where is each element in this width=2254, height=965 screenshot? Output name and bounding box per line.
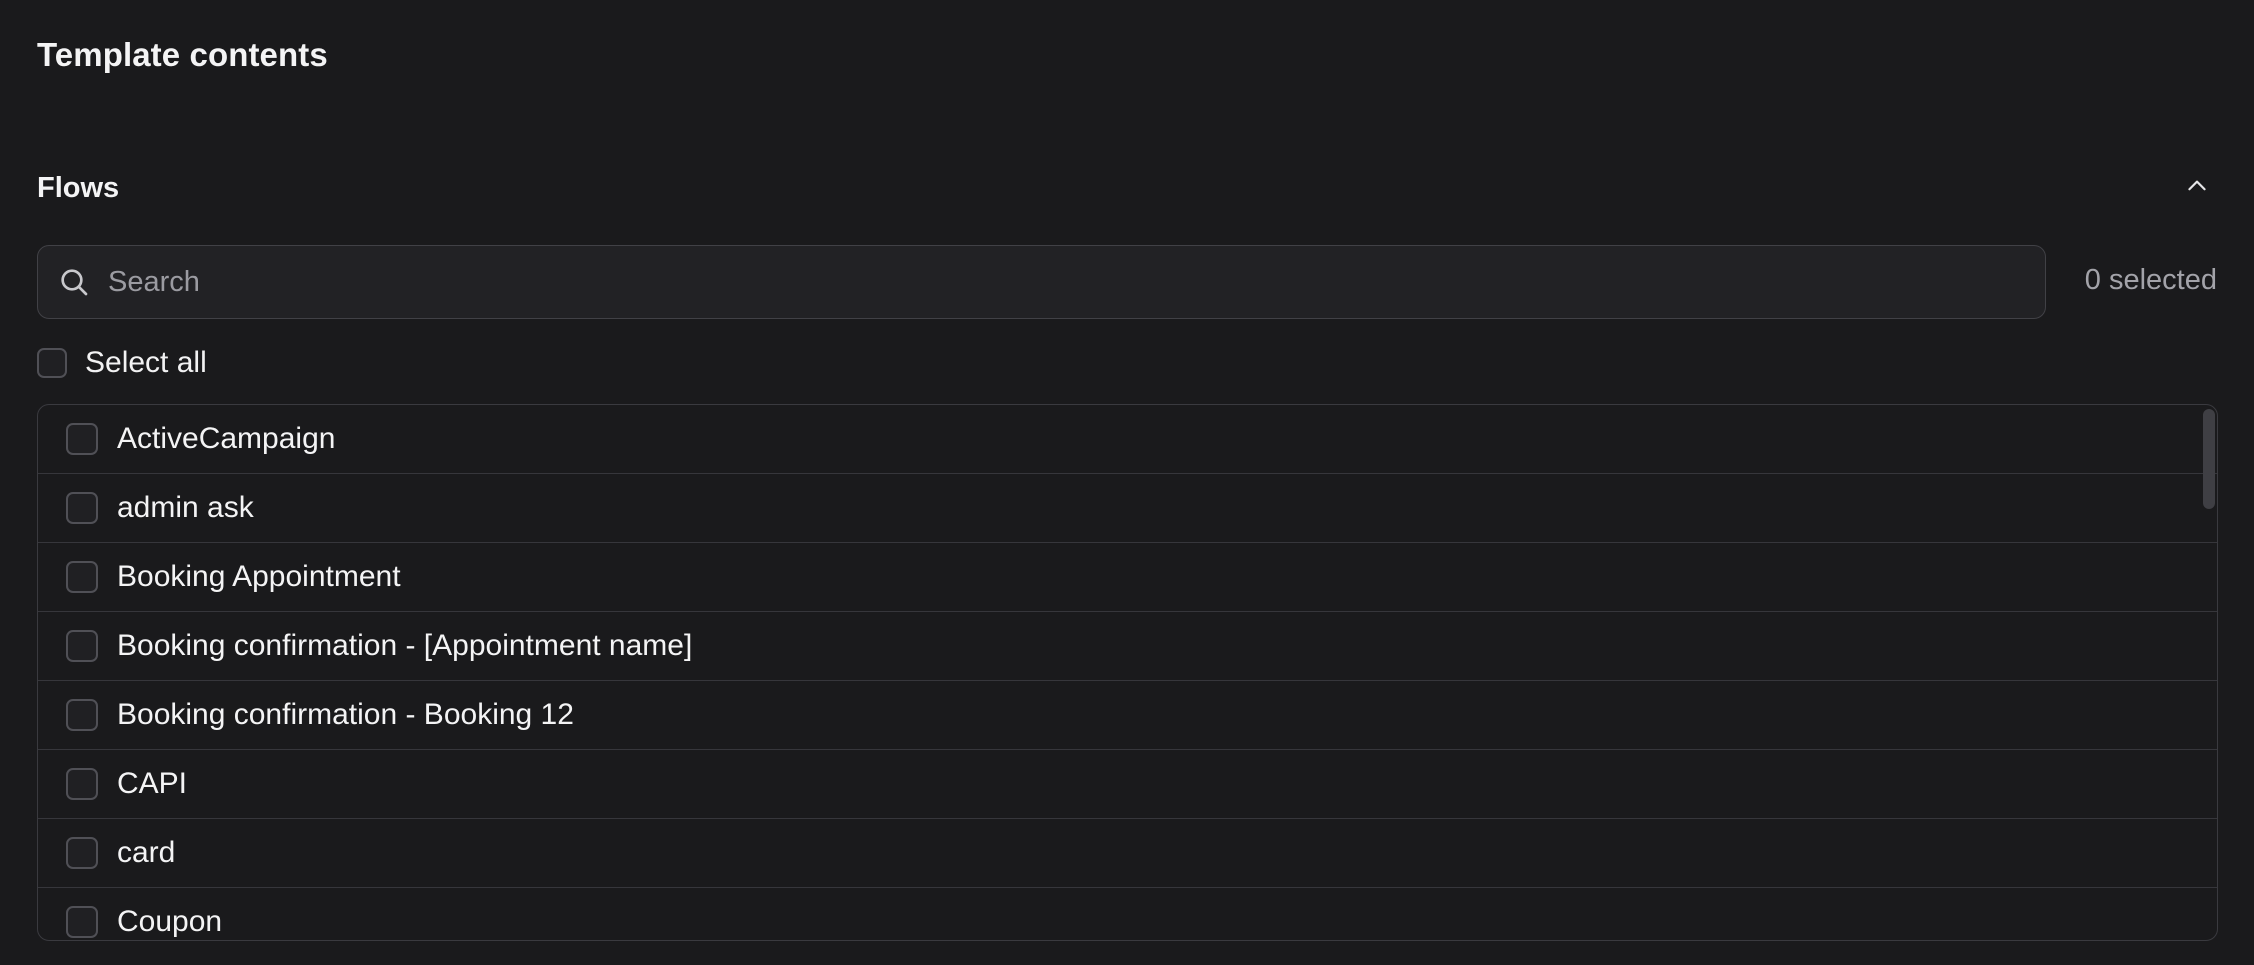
list-item[interactable]: Booking Appointment bbox=[38, 543, 2217, 612]
list-item-label: ActiveCampaign bbox=[117, 422, 336, 455]
list-item-checkbox[interactable] bbox=[66, 906, 98, 938]
list-item-label: CAPI bbox=[117, 767, 188, 800]
flows-section-header[interactable]: Flows bbox=[37, 168, 2217, 212]
selected-count: 0 selected bbox=[2084, 264, 2217, 296]
collapse-section-button[interactable] bbox=[2177, 168, 2217, 208]
list-item-checkbox[interactable] bbox=[66, 837, 98, 869]
select-all-label: Select all bbox=[85, 346, 207, 379]
select-all-option[interactable]: Select all bbox=[37, 345, 207, 381]
list-scrollbar[interactable] bbox=[2203, 409, 2215, 509]
flows-list[interactable]: ActiveCampaign admin ask Booking Appoint… bbox=[37, 404, 2218, 941]
list-item-checkbox[interactable] bbox=[66, 423, 98, 455]
list-item-checkbox[interactable] bbox=[66, 561, 98, 593]
list-item[interactable]: Coupon bbox=[38, 888, 2217, 940]
list-item[interactable]: Booking confirmation - [Appointment name… bbox=[38, 612, 2217, 681]
list-item-checkbox[interactable] bbox=[66, 630, 98, 662]
list-item[interactable]: CAPI bbox=[38, 750, 2217, 819]
search-field[interactable] bbox=[37, 245, 2046, 319]
list-item-checkbox[interactable] bbox=[66, 768, 98, 800]
list-item-label: Booking confirmation - Booking 12 bbox=[117, 698, 574, 731]
template-contents-page: Template contents Flows 0 selected Selec… bbox=[0, 0, 2254, 965]
list-item[interactable]: admin ask bbox=[38, 474, 2217, 543]
list-item-label: card bbox=[117, 836, 176, 869]
list-item[interactable]: card bbox=[38, 819, 2217, 888]
list-item-label: Booking Appointment bbox=[117, 560, 401, 593]
list-item-label: Coupon bbox=[117, 905, 223, 938]
search-input[interactable] bbox=[106, 251, 2045, 313]
chevron-up-icon bbox=[2184, 173, 2210, 204]
list-item[interactable]: Booking confirmation - Booking 12 bbox=[38, 681, 2217, 750]
page-title: Template contents bbox=[37, 36, 328, 73]
list-item-label: Booking confirmation - [Appointment name… bbox=[117, 629, 693, 662]
list-item-label: admin ask bbox=[117, 491, 254, 524]
list-item-checkbox[interactable] bbox=[66, 699, 98, 731]
flows-section-title: Flows bbox=[37, 172, 120, 204]
search-icon bbox=[56, 264, 92, 300]
list-item[interactable]: ActiveCampaign bbox=[38, 405, 2217, 474]
select-all-checkbox[interactable] bbox=[37, 348, 67, 378]
list-item-checkbox[interactable] bbox=[66, 492, 98, 524]
